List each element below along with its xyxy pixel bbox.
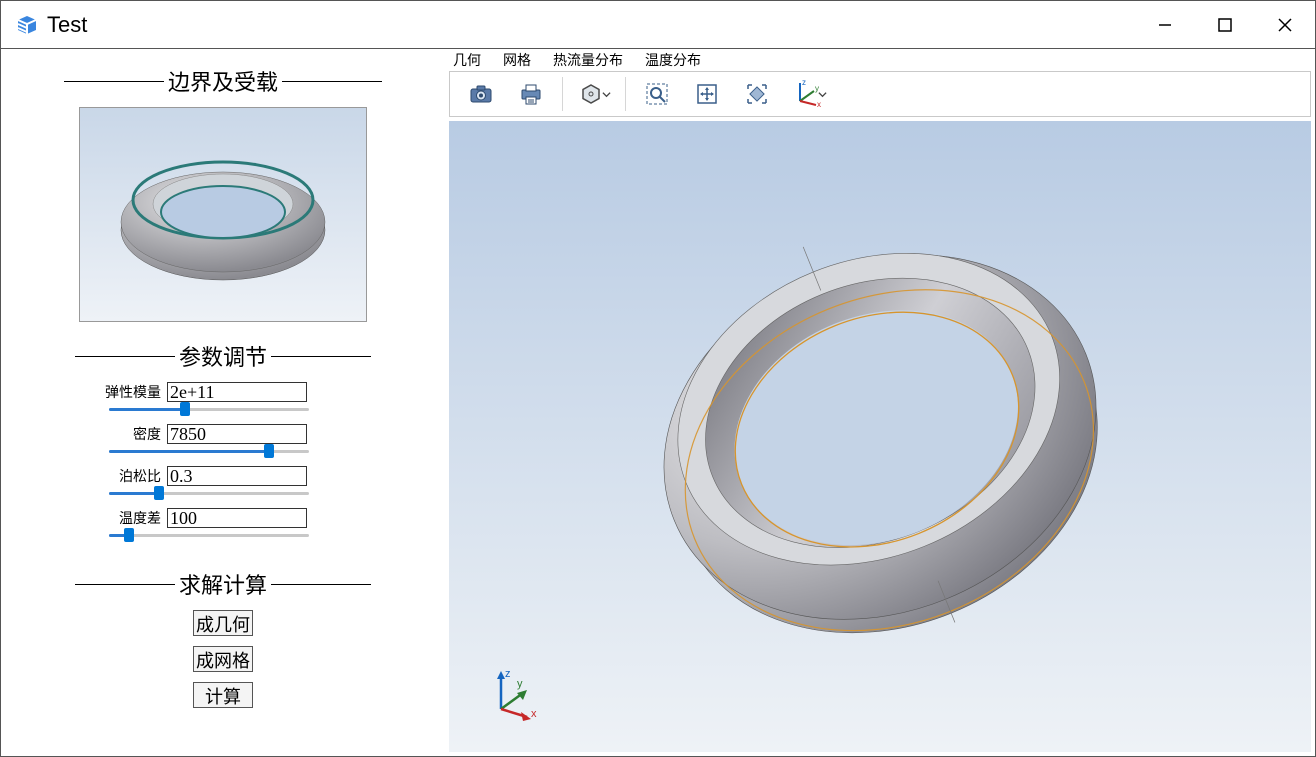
pan-icon[interactable] (684, 74, 730, 114)
density-slider[interactable] (109, 446, 309, 456)
poisson-input[interactable] (167, 466, 307, 486)
app-icon (15, 13, 39, 37)
camera-icon[interactable] (458, 74, 504, 114)
model-ring (600, 197, 1160, 677)
group-params-title: 参数调节 (175, 340, 271, 372)
param-row-density: 密度 (99, 424, 437, 444)
tab-heatflux[interactable]: 热流量分布 (553, 50, 623, 70)
viewport-toolbar: z y x (449, 71, 1311, 117)
sidebar: 边界及受载 (1, 49, 445, 756)
param-row-elastic-modulus: 弹性模量 (99, 382, 437, 402)
param-label: 密度 (99, 424, 161, 444)
param-label: 弹性模量 (99, 382, 161, 402)
tab-geometry[interactable]: 几何 (453, 50, 481, 70)
svg-text:x: x (531, 708, 537, 720)
elastic-modulus-input[interactable] (167, 382, 307, 402)
zoom-area-icon[interactable] (634, 74, 680, 114)
group-params: 参数调节 弹性模量 密度 泊松比 温度差 (9, 334, 437, 550)
viewport-3d[interactable]: z y x (449, 121, 1311, 752)
temperature-input[interactable] (167, 508, 307, 528)
titlebar: Test (1, 1, 1315, 49)
viewport-area: 几何 网格 热流量分布 温度分布 (445, 49, 1315, 756)
param-row-poisson: 泊松比 (99, 466, 437, 486)
hexagon-icon[interactable] (571, 74, 617, 114)
minimize-button[interactable] (1135, 1, 1195, 49)
svg-text:z: z (505, 668, 511, 680)
param-label: 温度差 (99, 508, 161, 528)
temperature-slider[interactable] (109, 530, 309, 540)
view-tabs: 几何 网格 热流量分布 温度分布 (445, 49, 1315, 71)
tab-temperature[interactable]: 温度分布 (645, 50, 701, 70)
boundary-preview[interactable] (79, 107, 367, 322)
tab-mesh[interactable]: 网格 (503, 50, 531, 70)
maximize-button[interactable] (1195, 1, 1255, 49)
axes-icon[interactable]: z y x (784, 74, 830, 114)
generate-mesh-button[interactable]: 成网格 (193, 646, 253, 672)
window-title: Test (47, 12, 87, 38)
group-solve: 求解计算 成几何 成网格 计算 (9, 562, 437, 708)
group-boundary: 边界及受载 (9, 59, 437, 322)
group-solve-title: 求解计算 (175, 568, 271, 600)
elastic-modulus-slider[interactable] (109, 404, 309, 414)
compute-button[interactable]: 计算 (193, 682, 253, 708)
generate-geometry-button[interactable]: 成几何 (193, 610, 253, 636)
poisson-slider[interactable] (109, 488, 309, 498)
density-input[interactable] (167, 424, 307, 444)
close-button[interactable] (1255, 1, 1315, 49)
axis-gizmo: z y x (483, 663, 543, 728)
svg-text:x: x (817, 100, 821, 109)
param-label: 泊松比 (99, 466, 161, 486)
svg-text:y: y (517, 678, 523, 690)
group-boundary-title: 边界及受载 (164, 65, 282, 97)
printer-icon[interactable] (508, 74, 554, 114)
svg-text:z: z (802, 79, 806, 87)
param-row-temperature: 温度差 (99, 508, 437, 528)
fit-icon[interactable] (734, 74, 780, 114)
